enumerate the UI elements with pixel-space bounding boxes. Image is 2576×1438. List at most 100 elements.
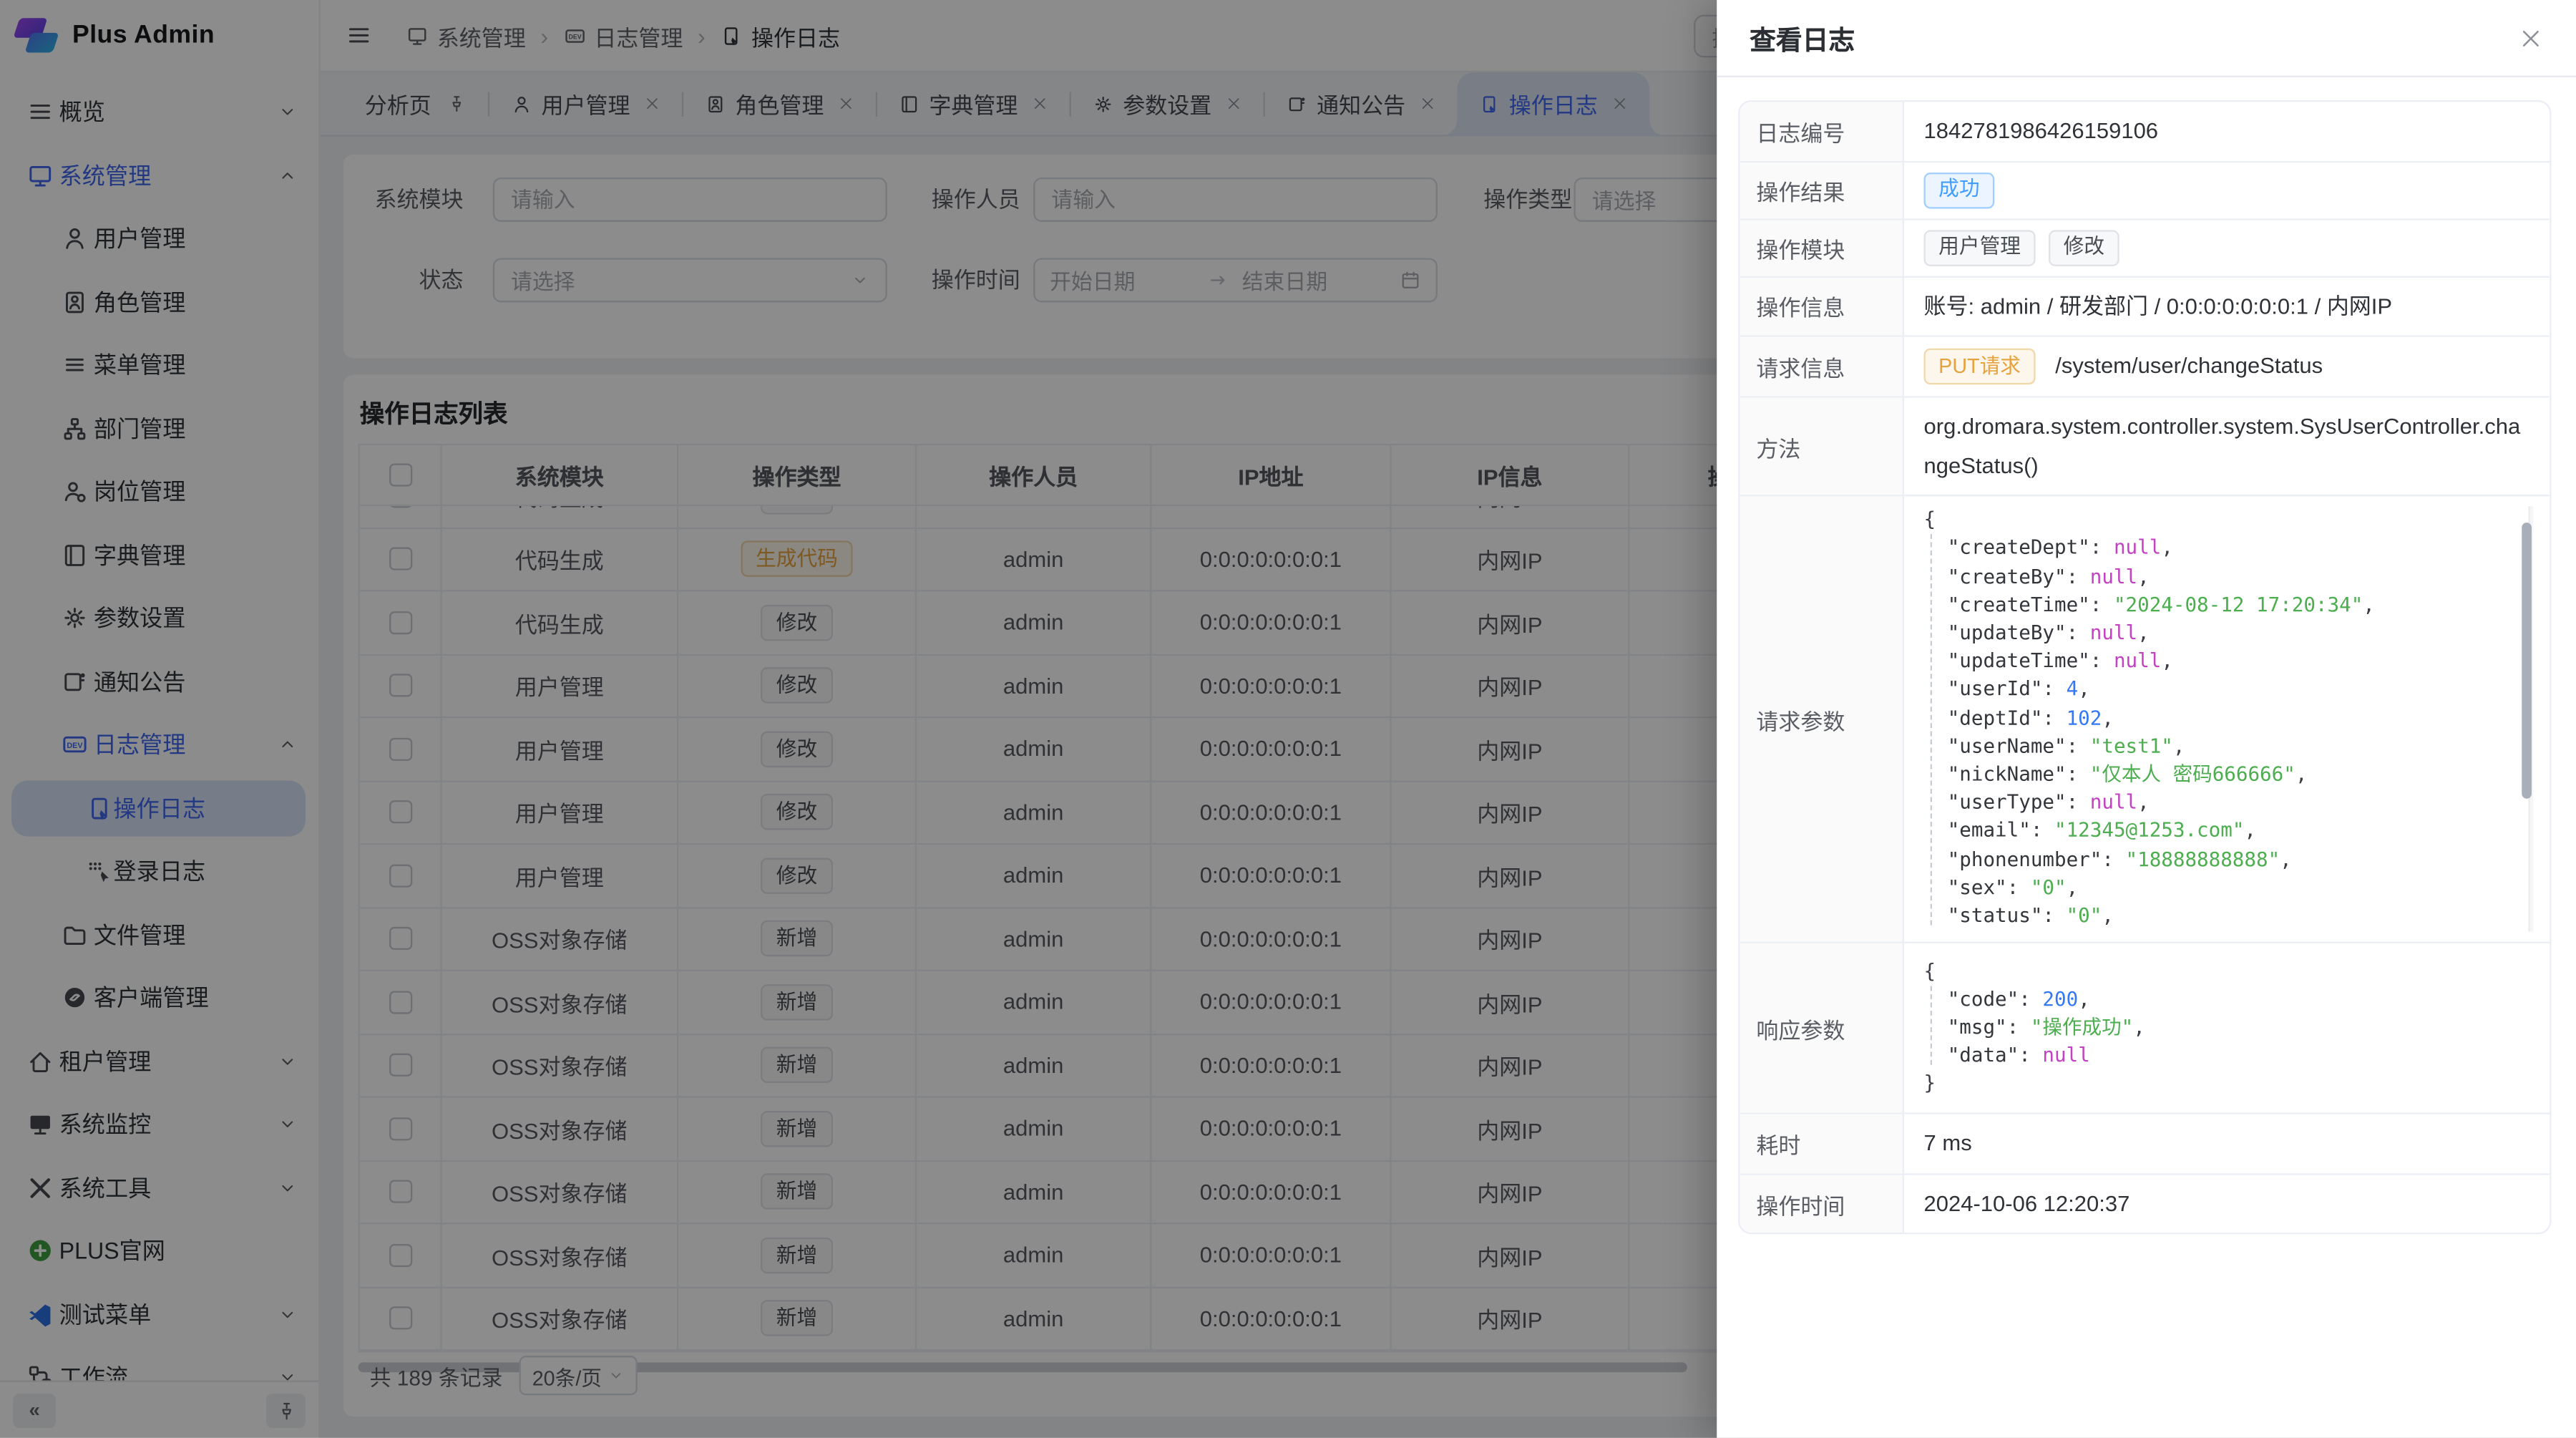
- json-token: [1924, 734, 1948, 757]
- json-token: "updateBy": [1948, 621, 2067, 644]
- detail-label: 请求信息: [1740, 337, 1904, 396]
- json-line: "phonenumber": "18888888888",: [1924, 845, 2534, 873]
- detail-label: 日志编号: [1740, 102, 1904, 160]
- json-token: [1924, 847, 1948, 870]
- detail-value: PUT请求/system/user/changeStatus: [1904, 337, 2550, 396]
- json-token: null: [2042, 1044, 2089, 1067]
- json-token: 102: [2067, 706, 2102, 729]
- json-token: "createTime": [1948, 593, 2090, 616]
- json-token: ,: [2078, 678, 2090, 701]
- json-line: "code": 200,: [1924, 986, 2534, 1014]
- json-line: }: [1924, 1071, 2534, 1099]
- json-token: [1924, 621, 1948, 644]
- json-line: "userType": null,: [1924, 789, 2534, 817]
- json-token: "sex": [1948, 875, 2007, 898]
- json-token: [1924, 987, 1948, 1010]
- json-token: [1924, 706, 1948, 729]
- json-token: null: [2090, 621, 2137, 644]
- detail-tag: 修改: [2049, 230, 2119, 266]
- vertical-scrollbar-thumb[interactable]: [2522, 523, 2532, 799]
- json-token: :: [2102, 847, 2125, 870]
- detail-value: 账号: admin / 研发部门 / 0:0:0:0:0:0:0:1 / 内网I…: [1904, 277, 2550, 336]
- json-token: :: [2019, 1044, 2042, 1067]
- json-token: :: [2067, 565, 2090, 588]
- json-token: [1924, 875, 1948, 898]
- json-token: {: [1924, 508, 1936, 531]
- json-token: [1924, 649, 1948, 672]
- json-token: ,: [2173, 734, 2185, 757]
- json-line: "data": null: [1924, 1042, 2534, 1070]
- json-token: :: [2019, 987, 2042, 1010]
- json-token: "status": [1948, 904, 2043, 927]
- json-token: :: [2067, 791, 2090, 814]
- json-token: :: [2090, 593, 2114, 616]
- drawer-title: 查看日志: [1750, 18, 1855, 57]
- json-token: "仅本人 密码666666": [2090, 762, 2296, 785]
- json-token: "msg": [1948, 1016, 2007, 1039]
- json-token: ,: [2296, 762, 2308, 785]
- json-token: "userType": [1948, 791, 2067, 814]
- json-token: null: [2114, 536, 2161, 559]
- json-token: ,: [2133, 1016, 2145, 1039]
- json-line: "deptId": 102,: [1924, 704, 2534, 732]
- request-url: /system/user/changeStatus: [2055, 347, 2323, 386]
- json-token: "data": [1948, 1044, 2019, 1067]
- log-detail-table: 日志编号1842781986426159106操作结果成功操作模块用户管理修改操…: [1738, 100, 2551, 1235]
- json-token: 200: [2042, 987, 2078, 1010]
- json-token: [1924, 1044, 1948, 1067]
- detail-tag: 成功: [1924, 172, 1995, 208]
- json-token: "userName": [1948, 734, 2067, 757]
- json-token: [1924, 536, 1948, 559]
- detail-value: 1842781986426159106: [1904, 102, 2550, 160]
- json-token: "email": [1948, 819, 2031, 842]
- json-line: "updateTime": null,: [1924, 648, 2534, 676]
- json-token: :: [2042, 678, 2066, 701]
- detail-label: 操作信息: [1740, 277, 1904, 336]
- json-token: ,: [2078, 987, 2090, 1010]
- json-line: "userId": 4,: [1924, 676, 2534, 704]
- json-token: "updateTime": [1948, 649, 2090, 672]
- detail-row-请求参数: 请求参数{ "createDept": null, "createBy": nu…: [1740, 497, 2550, 943]
- json-token: "createBy": [1948, 565, 2067, 588]
- json-line: "nickName": "仅本人 密码666666",: [1924, 761, 2534, 789]
- close-icon[interactable]: [2519, 26, 2543, 50]
- json-code-block: { "code": 200, "msg": "操作成功", "data": nu…: [1924, 958, 2534, 1099]
- detail-label: 操作模块: [1740, 220, 1904, 276]
- indent-guide: [1931, 986, 1932, 1066]
- detail-row-响应参数: 响应参数{ "code": 200, "msg": "操作成功", "data"…: [1740, 943, 2550, 1114]
- json-token: "12345@1253.com": [2054, 819, 2244, 842]
- app-root: Plus Admin 概览系统管理用户管理角色管理菜单管理部门管理岗位管理字典管…: [0, 0, 2576, 1438]
- json-token: [1924, 904, 1948, 927]
- json-token: :: [2090, 536, 2114, 559]
- json-token: null: [2090, 565, 2137, 588]
- json-token: :: [2007, 875, 2031, 898]
- json-token: {: [1924, 959, 1936, 982]
- json-token: ,: [2102, 904, 2114, 927]
- drawer-header: 查看日志: [1717, 0, 2576, 77]
- view-log-drawer: 查看日志 日志编号1842781986426159106操作结果成功操作模块用户…: [1717, 0, 2576, 1438]
- detail-row-方法: 方法org.dromara.system.controller.system.S…: [1740, 397, 2550, 496]
- detail-label: 请求参数: [1740, 497, 1904, 942]
- json-token: "phonenumber": [1948, 847, 2102, 870]
- detail-label: 响应参数: [1740, 943, 1904, 1112]
- json-line: "updateBy": null,: [1924, 619, 2534, 647]
- indent-guide: [1931, 534, 1932, 925]
- json-token: :: [2031, 819, 2054, 842]
- drawer-body: 日志编号1842781986426159106操作结果成功操作模块用户管理修改操…: [1717, 77, 2576, 1235]
- detail-value: 用户管理修改: [1904, 220, 2550, 276]
- json-token: :: [2007, 1016, 2031, 1039]
- json-token: 4: [2067, 678, 2079, 701]
- json-token: "code": [1948, 987, 2019, 1010]
- close-icon: [2519, 26, 2543, 50]
- json-token: :: [2067, 734, 2090, 757]
- json-token: ,: [2102, 706, 2114, 729]
- detail-value: 7 ms: [1904, 1114, 2550, 1173]
- detail-value: 2024-10-06 12:20:37: [1904, 1175, 2550, 1233]
- json-line: "createDept": null,: [1924, 535, 2534, 563]
- json-token: "0": [2031, 875, 2067, 898]
- detail-value: { "createDept": null, "createBy": null, …: [1904, 497, 2550, 942]
- json-line: "msg": "操作成功",: [1924, 1014, 2534, 1042]
- json-token: [1924, 1016, 1948, 1039]
- json-token: "18888888888": [2126, 847, 2280, 870]
- json-line: {: [1924, 506, 2534, 534]
